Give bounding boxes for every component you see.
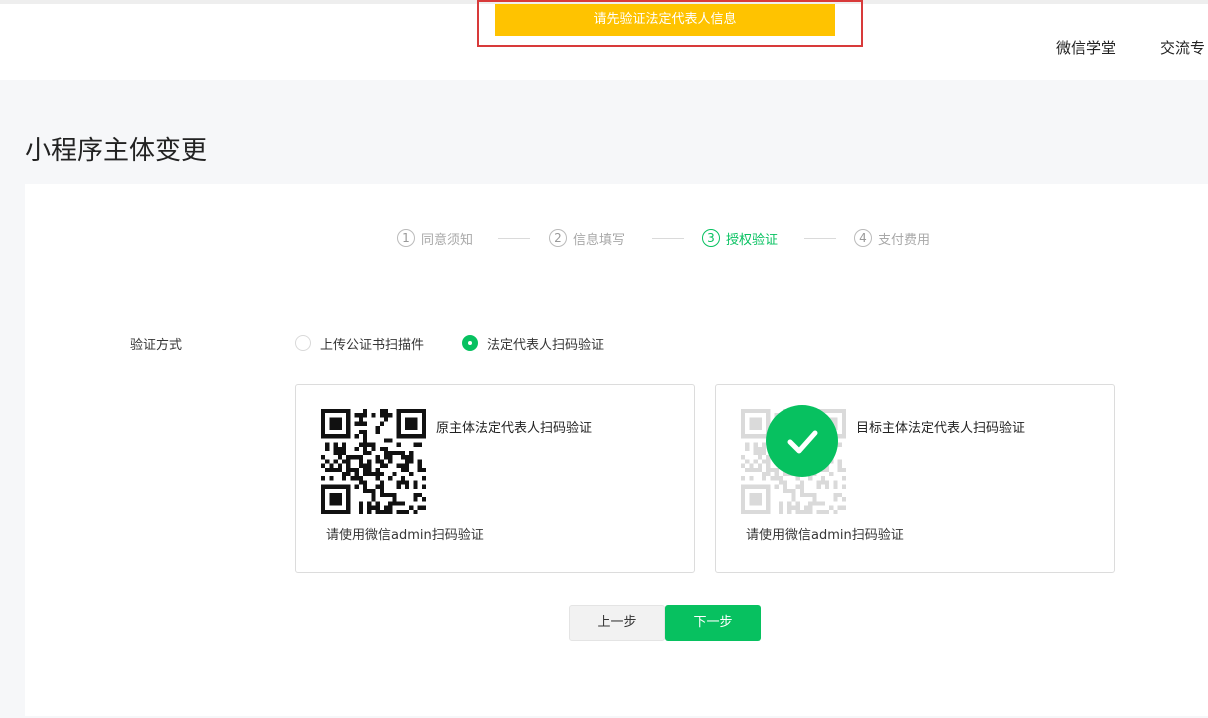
radio-label[interactable]: 法定代表人扫码验证 <box>487 334 604 353</box>
step-connector <box>652 238 684 239</box>
step-number: 1 <box>397 229 415 247</box>
qr-code-icon[interactable] <box>321 409 426 514</box>
check-icon <box>766 405 838 477</box>
radio-upload-notarization[interactable]: 上传公证书扫描件 <box>295 334 424 353</box>
qr-box-title: 原主体法定代表人扫码验证 <box>436 421 593 436</box>
step-connector <box>804 238 836 239</box>
step-number: 2 <box>549 229 567 247</box>
step-number: 3 <box>702 229 720 247</box>
original-entity-verify-box: 原主体法定代表人扫码验证 请使用微信admin扫码验证 <box>295 384 695 573</box>
verify-method-label: 验证方式 <box>130 338 183 353</box>
step-info: 2 信息填写 <box>549 229 626 248</box>
radio-circle-icon[interactable] <box>295 335 311 351</box>
radio-label[interactable]: 上传公证书扫描件 <box>320 334 424 353</box>
step-label: 信息填写 <box>573 232 626 248</box>
qr-box-hint: 请使用微信admin扫码验证 <box>746 528 904 543</box>
step-number: 4 <box>854 229 872 247</box>
step-payment: 4 支付费用 <box>854 229 931 248</box>
radio-checked-icon[interactable] <box>462 335 478 351</box>
step-connector <box>498 238 530 239</box>
qr-box-title: 目标主体法定代表人扫码验证 <box>856 421 1026 436</box>
page-title: 小程序主体变更 <box>25 136 208 166</box>
next-step-button[interactable]: 下一步 <box>665 605 761 641</box>
qr-box-hint: 请使用微信admin扫码验证 <box>326 528 484 543</box>
previous-step-button[interactable]: 上一步 <box>569 605 665 641</box>
step-label: 支付费用 <box>878 232 931 248</box>
alert-banner: 请先验证法定代表人信息 <box>495 4 835 36</box>
radio-legal-rep-scan[interactable]: 法定代表人扫码验证 <box>462 334 604 353</box>
step-authorize: 3 授权验证 <box>702 229 779 248</box>
step-label: 同意须知 <box>421 232 474 248</box>
target-entity-verify-box: 目标主体法定代表人扫码验证 请使用微信admin扫码验证 <box>715 384 1115 573</box>
nav-item-wechat-academy[interactable]: 微信学堂 <box>1056 37 1116 58</box>
step-agree: 1 同意须知 <box>397 229 474 248</box>
step-label: 授权验证 <box>726 232 779 248</box>
nav-item-community[interactable]: 交流专 <box>1160 37 1205 58</box>
